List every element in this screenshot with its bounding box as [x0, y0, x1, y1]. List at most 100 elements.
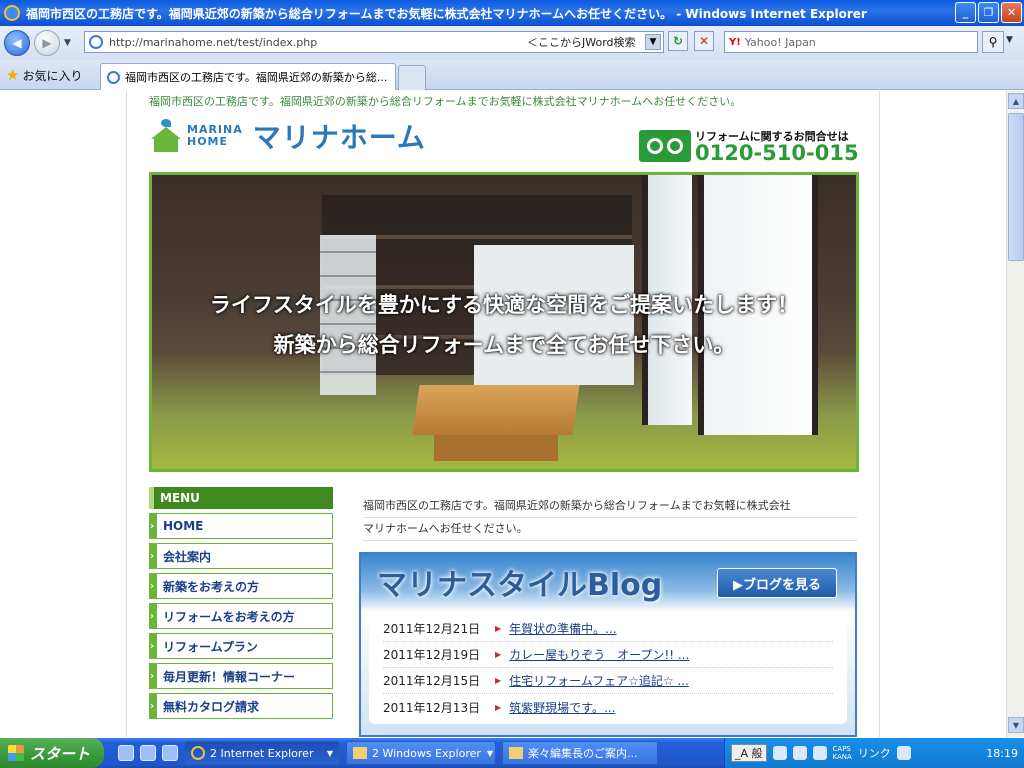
blog-entry: 2011年12月15日 ▶ 住宅リフォームフェア☆追記☆ ...	[383, 668, 833, 694]
tray-app-icon[interactable]	[772, 746, 787, 760]
star-icon: ★	[6, 66, 20, 84]
ie-icon	[191, 746, 205, 760]
blog-entry-link[interactable]: 住宅リフォームフェア☆追記☆ ...	[509, 672, 689, 689]
search-dropdown-icon[interactable]: ▼	[1006, 35, 1013, 45]
vertical-scrollbar[interactable]: ▲ ▼	[1006, 91, 1024, 737]
hero-image: ライフスタイルを豊かにする快適な空間をご提案いたします！ 新築から総合リフォーム…	[149, 172, 859, 472]
windows-flag-icon	[8, 745, 24, 761]
app-icon	[509, 747, 523, 759]
show-desktop-icon[interactable]	[118, 745, 134, 761]
blog-entry-date: 2011年12月19日	[383, 648, 481, 662]
clock: 18:19	[986, 746, 1018, 760]
start-label: スタート	[30, 744, 91, 763]
scrollbar-thumb[interactable]	[1008, 113, 1024, 261]
chevron-down-icon: ▼	[486, 748, 494, 758]
arrow-right-icon: ▶	[495, 650, 502, 659]
arrow-right-icon: ▶	[495, 676, 502, 685]
tab-active[interactable]: 福岡市西区の工務店です。福岡県近郊の新築から総...	[100, 63, 396, 90]
blog-entry-date: 2011年12月13日	[383, 700, 481, 715]
address-dropdown-icon[interactable]: ▼	[645, 34, 661, 50]
view-blog-button[interactable]: ▶ブログを見る	[717, 568, 837, 598]
system-tray: _A 般 CAPS KANA リンク 18:19	[724, 738, 1024, 768]
house-logo-icon	[149, 119, 183, 153]
arrow-right-icon: ▶	[495, 702, 502, 712]
favorites-button[interactable]: ★ お気に入り	[6, 66, 82, 84]
hero-caption-2: 新築から総合リフォームまで全てお任せ下さい。	[273, 333, 735, 357]
side-menu: MENU HOME 会社案内 新築をお考えの方 リフォームをお考えの方 リフォー…	[149, 487, 333, 719]
taskbar-app-button[interactable]: 楽々編集長のご案内...	[502, 741, 658, 765]
tab-label: 福岡市西区の工務店です。福岡県近郊の新築から総...	[125, 71, 388, 84]
blog-entry: 2011年12月13日 ▶ 筑紫野現場です。...	[383, 694, 833, 720]
blog-title: マリナスタイルBlog	[377, 568, 663, 603]
stop-button[interactable]: ✕	[694, 31, 714, 51]
links-label[interactable]: リンク	[858, 745, 891, 761]
blog-entry: 2011年12月21日 ▶ 年賀状の準備中。...	[383, 616, 833, 642]
site-tagline: 福岡市西区の工務店です。福岡県近郊の新築から総合リフォームまでお気軽に株式会社マ…	[149, 95, 742, 108]
blog-panel: マリナスタイルBlog ▶ブログを見る 2011年12月21日 ▶ 年賀状の準備…	[359, 552, 857, 737]
blog-entry-link[interactable]: 年賀状の準備中。...	[509, 620, 616, 637]
menu-item-new-build[interactable]: 新築をお考えの方	[149, 573, 333, 599]
page-container: 福岡市西区の工務店です。福岡県近郊の新築から総合リフォームまでお気軽に株式会社マ…	[126, 91, 880, 737]
scroll-up-icon[interactable]: ▲	[1008, 93, 1024, 109]
folder-icon	[353, 747, 367, 759]
hero-table-base	[434, 435, 558, 461]
media-player-icon[interactable]	[140, 745, 156, 761]
intro-text: 福岡市西区の工務店です。福岡県近郊の新築から総合リフォームまでお気軽に株式会社 …	[363, 495, 857, 541]
menu-item-catalog[interactable]: 無料カタログ請求	[149, 693, 333, 719]
blog-list: 2011年12月21日 ▶ 年賀状の準備中。... 2011年12月19日 ▶ …	[369, 612, 847, 724]
refresh-button[interactable]: ↻	[668, 31, 688, 51]
address-bar[interactable]: http://marinahome.net/test/index.php ＜ここ…	[84, 31, 664, 53]
maximize-button[interactable]: ❐	[978, 2, 999, 23]
taskbar-explorer-label: 2 Windows Explorer	[372, 746, 481, 760]
tab-bar: ★ お気に入り 福岡市西区の工務店です。福岡県近郊の新築から総...	[0, 60, 1024, 90]
address-url[interactable]: http://marinahome.net/test/index.php	[109, 36, 439, 49]
yahoo-logo-icon: Y!	[729, 36, 741, 48]
taskbar: スタート 2 Internet Explorer ▼ 2 Windows Exp…	[0, 738, 1024, 768]
forward-button[interactable]: ▶	[34, 30, 60, 56]
freedial-icon	[639, 130, 691, 162]
tray-app-icon[interactable]	[792, 746, 807, 760]
logo-japanese: マリナホーム	[252, 121, 426, 154]
start-button[interactable]: スタート	[0, 738, 104, 768]
taskbar-explorer-group[interactable]: 2 Windows Explorer ▼	[346, 741, 496, 765]
hero-table	[412, 385, 580, 435]
page-icon	[107, 70, 120, 84]
taskbar-ie-group[interactable]: 2 Internet Explorer ▼	[184, 741, 340, 765]
scroll-down-icon[interactable]: ▼	[1008, 717, 1024, 733]
window-title: 福岡市西区の工務店です。福岡県近郊の新築から総合リフォームまでお気軽に株式会社マ…	[26, 6, 867, 21]
site-logo[interactable]: MARINA HOME マリナホーム	[149, 116, 426, 156]
intro-line-1: 福岡市西区の工務店です。福岡県近郊の新築から総合リフォームまでお気軽に株式会社	[363, 495, 857, 518]
help-icon[interactable]	[812, 746, 827, 760]
menu-item-company[interactable]: 会社案内	[149, 543, 333, 569]
search-input[interactable]: Y! Yahoo! Japan	[724, 31, 978, 53]
search-button[interactable]: ⚲	[982, 31, 1004, 53]
menu-item-reform-plan[interactable]: リフォームプラン	[149, 633, 333, 659]
page-viewport: 福岡市西区の工務店です。福岡県近郊の新築から総合リフォームまでお気軽に株式会社マ…	[0, 91, 1006, 737]
new-tab-button[interactable]	[398, 65, 426, 90]
caps-kana-indicator: CAPS KANA	[833, 745, 852, 761]
chevron-down-icon: ▼	[326, 748, 333, 758]
blog-entry-link[interactable]: カレー屋もりぞう オープン!! ...	[509, 646, 689, 663]
title-bar: 福岡市西区の工務店です。福岡県近郊の新築から総合リフォームまでお気軽に株式会社マ…	[0, 0, 1024, 26]
hero-caption-1: ライフスタイルを豊かにする快適な空間をご提案いたします！	[209, 293, 799, 317]
logo-english: MARINA HOME	[187, 124, 243, 148]
blog-entry-link[interactable]: 筑紫野現場です。...	[509, 699, 615, 716]
menu-item-reform[interactable]: リフォームをお考えの方	[149, 603, 333, 629]
ie-icon[interactable]	[162, 745, 178, 761]
quick-launch	[118, 745, 178, 761]
network-icon[interactable]	[896, 746, 911, 760]
ime-indicator[interactable]: _A 般	[731, 744, 767, 762]
history-dropdown-icon[interactable]: ▼	[64, 38, 76, 48]
favorites-label: お気に入り	[22, 68, 83, 83]
caps-label: CAPS	[832, 745, 851, 753]
intro-line-2: マリナホームへお任せください。	[363, 518, 857, 541]
menu-item-home[interactable]: HOME	[149, 513, 333, 539]
window-controls: _ ❐ ✕	[955, 2, 1022, 23]
minimize-button[interactable]: _	[955, 2, 976, 23]
close-button[interactable]: ✕	[1001, 2, 1022, 23]
blog-entry-date: 2011年12月15日	[383, 674, 481, 688]
ie-logo-icon	[4, 5, 20, 21]
phone-number: 0120-510-015	[695, 141, 859, 165]
menu-item-info-corner[interactable]: 毎月更新！情報コーナー	[149, 663, 333, 689]
back-button[interactable]: ◀	[4, 30, 30, 56]
